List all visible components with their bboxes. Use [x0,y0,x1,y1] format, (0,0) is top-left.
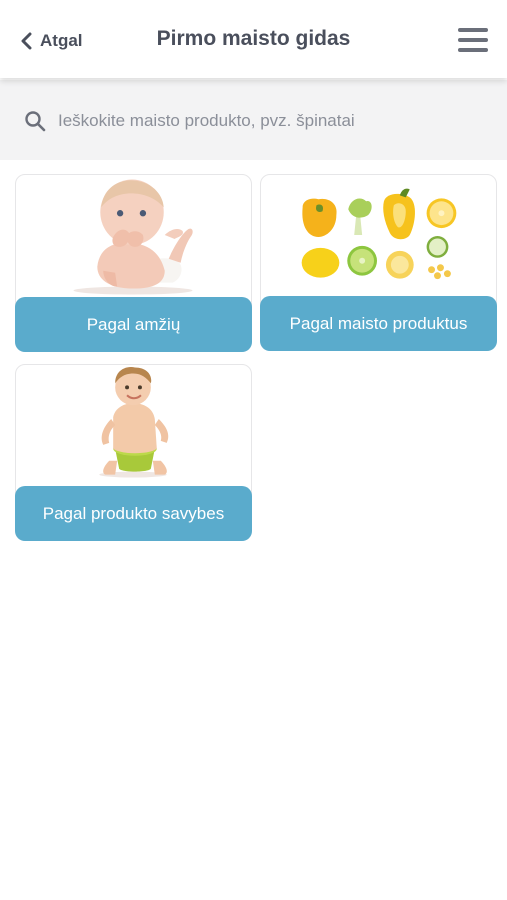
search-icon [25,111,46,132]
search-input[interactable] [58,106,488,136]
category-card-products[interactable]: Pagal maisto produktus [260,174,497,351]
search-bar [0,80,507,160]
app-header: Atgal Pirmo maisto gidas [0,0,507,78]
back-label: Atgal [40,31,83,50]
category-button-properties[interactable]: Pagal produkto savybes [15,486,252,541]
category-card-properties[interactable]: Pagal produkto savybes [15,364,252,541]
back-button[interactable]: Atgal [20,28,83,54]
toddler-on-potty-photo [99,367,169,478]
hamburger-menu-icon[interactable] [458,28,490,54]
category-card-age[interactable]: Pagal amžių [15,174,252,352]
category-button-age[interactable]: Pagal amžių [15,297,252,352]
category-button-products[interactable]: Pagal maisto produktus [260,296,497,351]
baby-lying-photo [73,179,193,295]
yellow-green-vegetables-photo [301,188,457,280]
chevron-left-icon [21,32,32,50]
